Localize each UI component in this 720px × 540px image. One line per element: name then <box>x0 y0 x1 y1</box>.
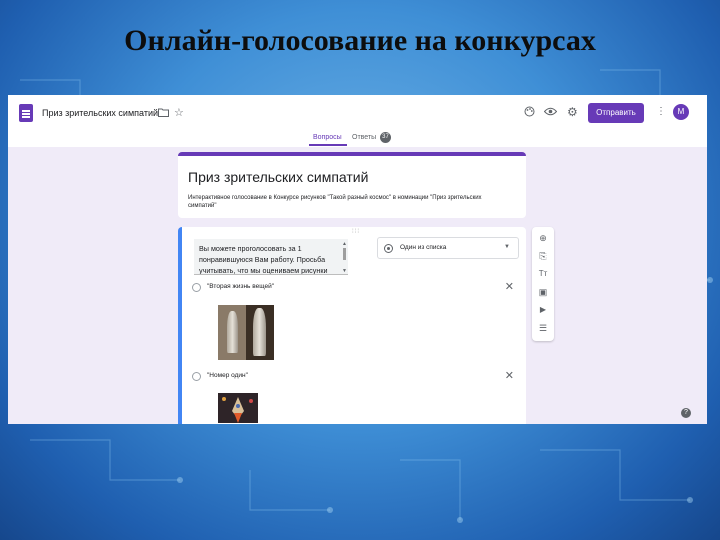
folder-icon[interactable] <box>158 108 169 117</box>
option-image <box>218 393 258 423</box>
add-question-icon[interactable]: ⊕ <box>532 233 554 243</box>
question-type-select[interactable]: Один из списка ▼ <box>377 237 519 259</box>
more-vert-icon[interactable]: ⋮ <box>656 106 666 118</box>
drag-handle-icon[interactable]: ⁞⁞⁞ <box>352 229 360 235</box>
add-video-icon[interactable]: ▶ <box>532 305 554 315</box>
answers-count-badge: 37 <box>380 132 391 143</box>
preview-eye-icon[interactable] <box>544 107 557 116</box>
app-header: Приз зрительских симпатий ☆ ⚙ Отправить … <box>8 95 707 147</box>
help-icon[interactable]: ? <box>681 408 691 418</box>
scroll-up-icon[interactable]: ▲ <box>342 241 347 247</box>
chevron-down-icon: ▼ <box>504 244 510 250</box>
close-icon[interactable]: ✕ <box>505 280 514 293</box>
send-button[interactable]: Отправить <box>588 103 644 123</box>
import-questions-icon[interactable]: ⎘ <box>532 251 554 261</box>
add-title-icon[interactable]: Tт <box>532 269 554 279</box>
list-item[interactable]: "Вторая жизнь вещей" ✕ <box>192 280 518 294</box>
option-image <box>218 305 274 360</box>
close-icon[interactable]: ✕ <box>505 369 514 382</box>
active-tab-indicator <box>309 144 347 146</box>
question-text: Вы можете проголосовать за 1 понравившую… <box>199 244 328 275</box>
forms-screenshot: Приз зрительских симпатий ☆ ⚙ Отправить … <box>8 95 707 424</box>
list-item[interactable]: "Номер один" ✕ <box>192 369 518 383</box>
star-icon[interactable]: ☆ <box>174 107 184 119</box>
slide-title: Онлайн-голосование на конкурсах <box>124 24 596 57</box>
tab-answers[interactable]: Ответы <box>352 134 376 141</box>
form-title[interactable]: Приз зрительских симпатий <box>188 169 368 185</box>
radio-icon[interactable] <box>192 283 201 292</box>
question-scrollbar[interactable]: ▲ ▼ <box>342 241 347 274</box>
option-label[interactable]: "Номер один" <box>207 372 248 379</box>
settings-gear-icon[interactable]: ⚙ <box>567 106 578 118</box>
radio-button-icon <box>384 244 393 253</box>
question-text-field[interactable]: Вы можете проголосовать за 1 понравившую… <box>194 239 348 275</box>
scroll-down-icon[interactable]: ▼ <box>342 268 347 274</box>
tab-questions[interactable]: Вопросы <box>313 134 342 141</box>
form-description[interactable]: Интерактивное голосование в Конкурсе рис… <box>188 194 488 210</box>
side-toolbar: ⊕ ⎘ Tт ▣ ▶ ☰ <box>532 227 554 341</box>
add-section-icon[interactable]: ☰ <box>532 323 554 333</box>
add-image-icon[interactable]: ▣ <box>532 287 554 297</box>
radio-icon[interactable] <box>192 372 201 381</box>
palette-icon[interactable] <box>524 106 535 117</box>
form-title-card: Приз зрительских симпатий Интерактивное … <box>178 152 526 218</box>
question-type-label: Один из списка <box>400 244 447 251</box>
forms-doc-icon[interactable] <box>19 104 33 122</box>
document-title[interactable]: Приз зрительских симпатий <box>42 108 158 118</box>
avatar[interactable]: M <box>673 104 689 120</box>
question-card[interactable]: ⁞⁞⁞ Вы можете проголосовать за 1 понрави… <box>178 227 526 424</box>
option-label[interactable]: "Вторая жизнь вещей" <box>207 283 274 290</box>
